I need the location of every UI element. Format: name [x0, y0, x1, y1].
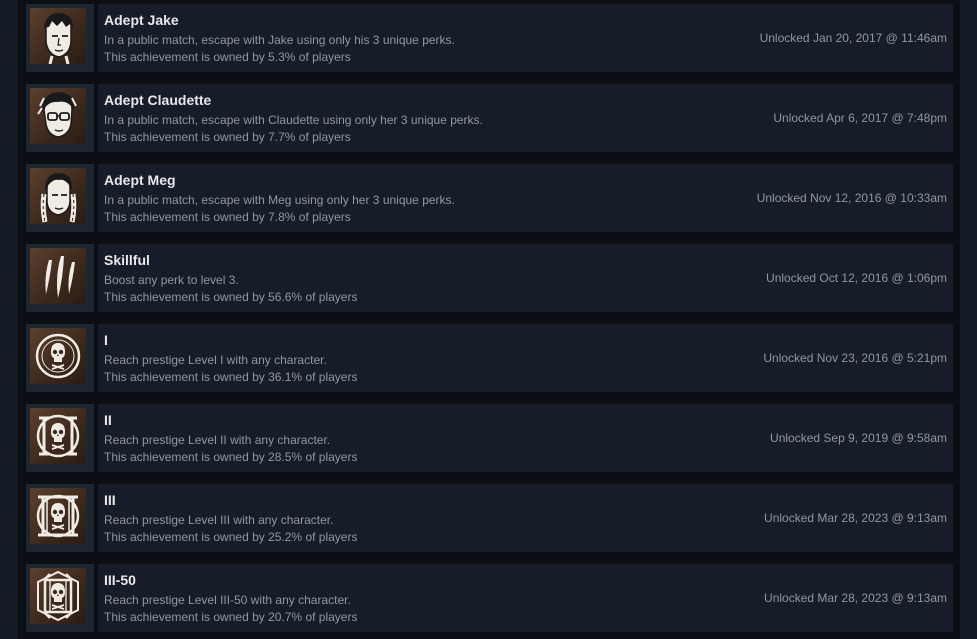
achievement-description: Reach prestige Level II with any charact…: [104, 433, 331, 447]
achievement-unlock-date: Unlocked Nov 12, 2016 @ 10:33am: [756, 191, 947, 205]
prestige-2-skull-icon: [30, 408, 86, 464]
achievement-owned-percent: This achievement is owned by 28.5% of pl…: [104, 450, 358, 464]
achievement-unlock-date: Unlocked Mar 28, 2023 @ 9:13am: [764, 591, 947, 605]
achievement-unlock-date: Unlocked Jan 20, 2017 @ 11:46am: [759, 31, 947, 45]
achievement-owned-percent: This achievement is owned by 20.7% of pl…: [104, 610, 358, 624]
achievement-description: Boost any perk to level 3.: [104, 273, 239, 287]
achievement-card: I Reach prestige Level I with any charac…: [98, 324, 953, 392]
achievement-card: Adept Meg In a public match, escape with…: [98, 164, 953, 232]
achievement-card: III Reach prestige Level III with any ch…: [98, 484, 953, 552]
adept-jake-icon: [30, 8, 86, 64]
adept-meg-icon: [30, 168, 86, 224]
achievement-unlock-date: Unlocked Nov 23, 2016 @ 5:21pm: [763, 351, 947, 365]
achievement-card: III-50 Reach prestige Level III-50 with …: [98, 564, 953, 632]
achievement-row[interactable]: I Reach prestige Level I with any charac…: [26, 324, 953, 392]
achievement-description: Reach prestige Level III with any charac…: [104, 513, 334, 527]
achievement-unlock-date: Unlocked Sep 9, 2019 @ 9:58am: [770, 431, 947, 445]
achievement-description: Reach prestige Level III-50 with any cha…: [104, 593, 351, 607]
achievement-description: Reach prestige Level I with any characte…: [104, 353, 327, 367]
prestige-3-50-skull-icon: [30, 568, 86, 624]
achievement-row[interactable]: Skillful Boost any perk to level 3. This…: [26, 244, 953, 312]
achievement-description: In a public match, escape with Claudette…: [104, 113, 483, 127]
achievement-list: Adept Jake In a public match, escape wit…: [18, 0, 960, 639]
achievement-title: Adept Meg: [104, 172, 176, 188]
achievement-owned-percent: This achievement is owned by 7.8% of pla…: [104, 210, 351, 224]
achievement-title: Adept Jake: [104, 12, 179, 28]
claw-marks-icon: [30, 248, 86, 304]
adept-claudette-icon: [30, 88, 86, 144]
achievement-row[interactable]: III-50 Reach prestige Level III-50 with …: [26, 564, 953, 632]
achievement-icon-frame: [26, 404, 94, 472]
prestige-3-skull-icon: [30, 488, 86, 544]
achievement-title: II: [104, 412, 112, 428]
achievement-card: Adept Claudette In a public match, escap…: [98, 84, 953, 152]
achievement-icon-frame: [26, 84, 94, 152]
achievement-row[interactable]: II Reach prestige Level II with any char…: [26, 404, 953, 472]
achievement-owned-percent: This achievement is owned by 36.1% of pl…: [104, 370, 358, 384]
achievement-owned-percent: This achievement is owned by 56.6% of pl…: [104, 290, 358, 304]
achievement-icon-frame: [26, 4, 94, 72]
achievement-owned-percent: This achievement is owned by 7.7% of pla…: [104, 130, 351, 144]
achievement-title: I: [104, 332, 108, 348]
achievement-row[interactable]: Adept Claudette In a public match, escap…: [26, 84, 953, 152]
achievement-unlock-date: Unlocked Oct 12, 2016 @ 1:06pm: [766, 271, 947, 285]
prestige-1-skull-icon: [30, 328, 86, 384]
achievement-row[interactable]: Adept Meg In a public match, escape with…: [26, 164, 953, 232]
achievement-title: III-50: [104, 572, 136, 588]
achievement-icon-frame: [26, 564, 94, 632]
achievement-card: Adept Jake In a public match, escape wit…: [98, 4, 953, 72]
achievement-card: Skillful Boost any perk to level 3. This…: [98, 244, 953, 312]
achievement-owned-percent: This achievement is owned by 5.3% of pla…: [104, 50, 351, 64]
achievement-owned-percent: This achievement is owned by 25.2% of pl…: [104, 530, 358, 544]
achievement-title: III: [104, 492, 116, 508]
achievement-description: In a public match, escape with Jake usin…: [104, 33, 455, 47]
achievement-unlock-date: Unlocked Apr 6, 2017 @ 7:48pm: [773, 111, 947, 125]
achievement-card: II Reach prestige Level II with any char…: [98, 404, 953, 472]
achievement-icon-frame: [26, 324, 94, 392]
achievement-row[interactable]: Adept Jake In a public match, escape wit…: [26, 4, 953, 72]
achievement-unlock-date: Unlocked Mar 28, 2023 @ 9:13am: [764, 511, 947, 525]
achievement-icon-frame: [26, 164, 94, 232]
achievement-icon-frame: [26, 244, 94, 312]
achievement-description: In a public match, escape with Meg using…: [104, 193, 455, 207]
achievement-row[interactable]: III Reach prestige Level III with any ch…: [26, 484, 953, 552]
achievement-title: Skillful: [104, 252, 150, 268]
achievement-icon-frame: [26, 484, 94, 552]
achievement-title: Adept Claudette: [104, 92, 212, 108]
